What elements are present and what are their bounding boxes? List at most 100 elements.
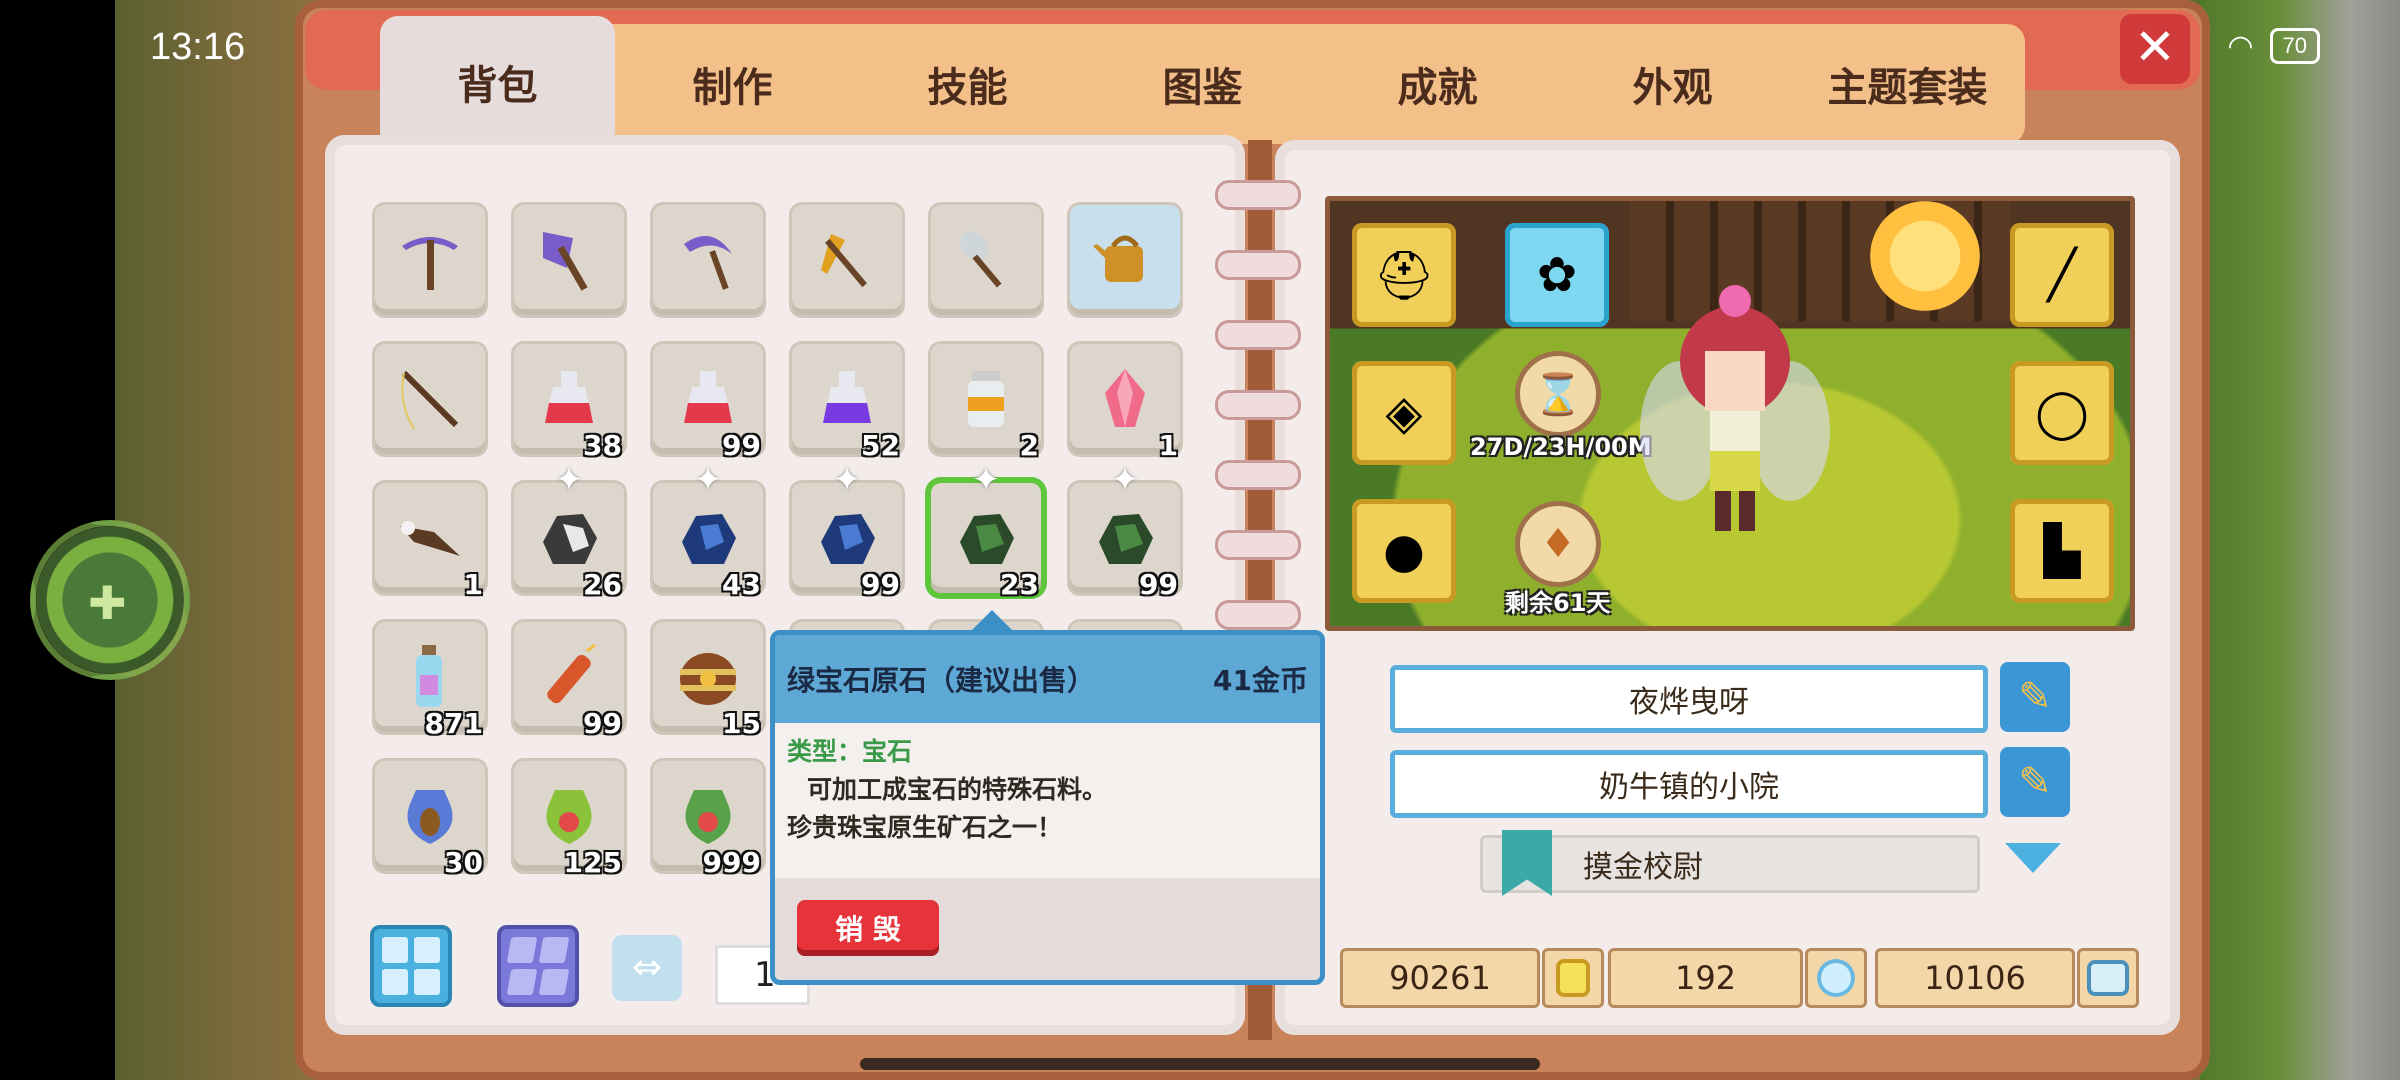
- inventory-slot[interactable]: 2: [931, 344, 1041, 462]
- item-count: 43: [722, 568, 761, 601]
- carrot-icon: ♦: [1515, 501, 1601, 587]
- item-count: 871: [424, 707, 483, 740]
- inventory-slot[interactable]: 871: [375, 622, 485, 740]
- ring-icon: ◯: [2035, 385, 2089, 441]
- bottle-icon: [416, 645, 442, 707]
- player-name-field[interactable]: 夜烨曳呀: [1390, 665, 1988, 733]
- red-potion-icon: [545, 371, 593, 423]
- inventory-slot[interactable]: ✦ 99: [792, 463, 902, 601]
- pickaxe-icon: [402, 237, 458, 290]
- equip-slot-backpack[interactable]: ◈: [1352, 361, 1456, 465]
- sapphire-ore-icon: [821, 514, 875, 564]
- status-time: 13:16: [150, 26, 246, 68]
- seed-bag-green-icon: [685, 790, 731, 844]
- inventory-slot[interactable]: [653, 205, 763, 315]
- backpack-icon: ◈: [1385, 385, 1423, 441]
- grid-view-button[interactable]: [370, 925, 452, 1007]
- equip-slot-ring[interactable]: ◯: [2010, 361, 2114, 465]
- barrel-icon: [680, 653, 736, 705]
- axe-icon: [543, 232, 588, 291]
- sparkle-icon: ✦: [1110, 460, 1140, 500]
- binder-ring: [1215, 320, 1301, 350]
- inventory-slot[interactable]: ✦ 26: [514, 463, 624, 601]
- tab-appearance[interactable]: 外观: [1555, 24, 1790, 144]
- inventory-slot[interactable]: 1: [375, 483, 485, 601]
- inventory-slot[interactable]: 99: [653, 344, 763, 462]
- inventory-slot[interactable]: 38: [514, 344, 624, 462]
- binder-ring: [1215, 250, 1301, 280]
- watering-can-icon: [1093, 235, 1143, 282]
- sapphire-ore-icon: [682, 514, 736, 564]
- item-count: 26: [583, 568, 622, 601]
- inventory-slot[interactable]: [792, 205, 902, 315]
- inventory-slot[interactable]: [375, 205, 485, 315]
- gold-amount: 90261: [1340, 948, 1540, 1008]
- inventory-slot[interactable]: [931, 205, 1041, 315]
- item-count: 23: [1000, 568, 1039, 601]
- edit-farm-name-button[interactable]: ✎: [2000, 747, 2070, 817]
- boot-icon: ▙: [2043, 523, 2081, 579]
- tooltip-pointer: [970, 610, 1014, 632]
- inventory-slot[interactable]: 1: [1070, 344, 1180, 462]
- inventory-slot[interactable]: ✦ 99: [1070, 463, 1180, 601]
- item-count: 15: [722, 707, 761, 740]
- edit-name-button[interactable]: ✎: [2000, 662, 2070, 732]
- inventory-slot[interactable]: 125: [514, 761, 624, 879]
- tooltip-footer: 销 毁: [775, 878, 1320, 980]
- dropdown-arrow-icon[interactable]: [2005, 843, 2061, 873]
- tab-crafting[interactable]: 制作: [615, 24, 850, 144]
- tab-backpack[interactable]: 背包: [380, 16, 615, 148]
- item-count: 99: [583, 707, 622, 740]
- hoe-icon: [821, 234, 867, 288]
- equip-slot-boots[interactable]: ▙: [2010, 499, 2114, 603]
- equip-slot-weapon[interactable]: ╱: [2010, 223, 2114, 327]
- item-count: 2: [1019, 429, 1039, 462]
- equip-slot-bag[interactable]: ●: [1352, 499, 1456, 603]
- emerald-ore-icon: [1099, 514, 1153, 564]
- tab-skills[interactable]: 技能: [850, 24, 1085, 144]
- home-indicator[interactable]: [860, 1058, 1540, 1070]
- binder-ring: [1215, 530, 1301, 560]
- item-description-2: 珍贵珠宝原生矿石之一！: [787, 813, 1063, 842]
- inventory-slot[interactable]: [514, 205, 624, 315]
- gem-amount: 192: [1608, 948, 1803, 1008]
- outfit-icon: ✿: [1536, 247, 1578, 303]
- binder-ring: [1215, 180, 1301, 210]
- inventory-slot[interactable]: 30: [375, 761, 485, 879]
- timer-text: 27D/23H/00M: [1470, 433, 1652, 461]
- binder-ring: [1215, 390, 1301, 420]
- inventory-slot[interactable]: [375, 344, 485, 454]
- inventory-slot[interactable]: 999: [653, 761, 763, 879]
- item-count: 99: [861, 568, 900, 601]
- item-count: 38: [583, 429, 622, 462]
- helmet-icon: ⛑: [1373, 247, 1435, 304]
- inventory-slot[interactable]: 52: [792, 344, 902, 462]
- farm-name-field[interactable]: 奶牛镇的小院: [1390, 750, 1988, 818]
- inventory-slot[interactable]: ✦ 43: [653, 463, 763, 601]
- fishing-rod-icon: [401, 370, 459, 430]
- sort-icon: [497, 925, 579, 1007]
- inventory-slot-selected[interactable]: ✦ 23: [931, 463, 1041, 601]
- inventory-slot[interactable]: [1070, 205, 1180, 315]
- equip-slot-outfit[interactable]: ✿: [1505, 223, 1609, 327]
- tab-collection[interactable]: 图鉴: [1085, 24, 1320, 144]
- tab-achievements[interactable]: 成就: [1320, 24, 1555, 144]
- gamepad-joystick-button[interactable]: ✚: [30, 520, 190, 680]
- sun-decoration: [1870, 201, 1980, 311]
- player-title-select[interactable]: 摸金校尉: [1480, 835, 1980, 893]
- firecracker-icon: [547, 643, 596, 704]
- sort-button[interactable]: [497, 925, 579, 1007]
- inventory-slot[interactable]: 15: [653, 622, 763, 740]
- jar-icon: [968, 371, 1004, 427]
- inventory-slot[interactable]: 99: [514, 622, 624, 740]
- tab-theme-sets[interactable]: 主题套装: [1790, 24, 2025, 144]
- destroy-button[interactable]: 销 毁: [797, 900, 939, 956]
- sparkle-icon: ✦: [554, 460, 584, 500]
- item-title: 绿宝石原石（建议出售）: [787, 664, 1096, 697]
- emerald-ore-icon: [960, 514, 1014, 564]
- red-potion-icon: [684, 371, 732, 423]
- expand-button[interactable]: ⇔: [612, 935, 682, 1001]
- close-button[interactable]: ✕: [2120, 14, 2190, 84]
- equip-slot-helmet[interactable]: ⛑: [1352, 223, 1456, 327]
- ticket-amount: 10106: [1875, 948, 2075, 1008]
